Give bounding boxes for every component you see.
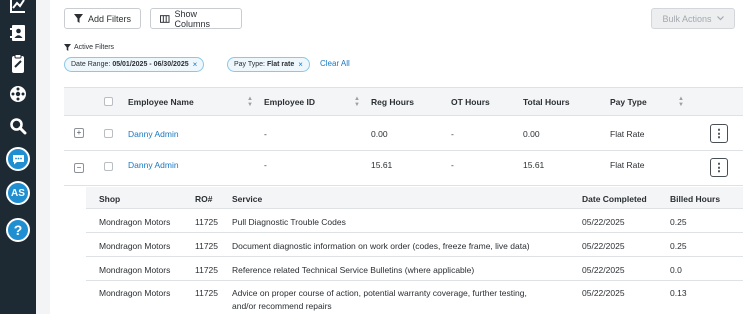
filter-icon (74, 14, 83, 23)
chart-icon[interactable] (7, 0, 29, 16)
ot-hours: - (451, 160, 454, 170)
subtable-row: Mondragon Motors 11725 Reference related… (86, 257, 743, 281)
col-ot-hours[interactable]: OT Hours (451, 97, 490, 107)
chevron-down-icon (716, 16, 724, 21)
subtable-header: Shop RO# Service Date Completed Billed H… (86, 187, 743, 209)
show-columns-button[interactable]: Show Columns (150, 8, 242, 29)
total-hours: 15.61 (523, 160, 545, 170)
ro-link[interactable]: 11725 (195, 217, 218, 227)
shop: Mondragon Motors (99, 288, 171, 298)
table-row: + Danny Admin - 0.00 - 0.00 Flat Rate ⋮ (64, 116, 743, 151)
shop: Mondragon Motors (99, 241, 171, 251)
row-checkbox[interactable] (104, 129, 113, 138)
active-filters-label: Active Filters (64, 44, 114, 51)
table-header: Employee Name ▲ ▼ Employee ID ▲ ▼ Reg Hour… (64, 87, 743, 116)
employee-id: - (264, 160, 267, 170)
clear-all-link[interactable]: Clear All (320, 59, 350, 68)
add-filters-button[interactable]: Add Filters (64, 8, 141, 29)
row-menu-kebab-icon[interactable]: ⋮ (710, 124, 728, 143)
remove-filter-icon[interactable]: × (193, 60, 198, 69)
ro-link[interactable]: 11725 (195, 265, 218, 275)
service: Reference related Technical Service Bull… (232, 265, 475, 275)
employee-name-link[interactable]: Danny Admin (128, 129, 179, 139)
services-subtable: Shop RO# Service Date Completed Billed H… (86, 187, 743, 314)
col-pay-type[interactable]: Pay Type (610, 97, 647, 107)
service: Document diagnostic information on work … (232, 241, 530, 251)
col-reg-hours[interactable]: Reg Hours (371, 97, 414, 107)
col-total-hours[interactable]: Total Hours (523, 97, 570, 107)
billed-hours: 0.0 (670, 265, 682, 275)
date-completed: 05/22/2025 (582, 241, 625, 251)
col-date-completed: Date Completed (582, 194, 647, 204)
pay-type: Flat Rate (610, 160, 645, 170)
sidebar: AS ? (0, 0, 36, 314)
filter-icon (64, 44, 71, 51)
subtable-row: Mondragon Motors 11725 Document diagnost… (86, 233, 743, 257)
reg-hours: 15.61 (371, 160, 393, 170)
collapse-row-icon[interactable]: − (74, 163, 84, 173)
filter-chip-date-range[interactable]: Date Range: 05/01/2025 - 06/30/2025 × (64, 57, 205, 72)
reg-hours: 0.00 (371, 129, 388, 139)
shop: Mondragon Motors (99, 265, 171, 275)
sort-icon[interactable]: ▲ ▼ (247, 96, 253, 108)
expand-row-icon[interactable]: + (74, 128, 84, 138)
avatar[interactable]: AS (6, 181, 30, 205)
settings-icon[interactable] (7, 83, 29, 105)
remove-filter-icon[interactable]: × (298, 60, 303, 69)
filter-chip-pay-type[interactable]: Pay Type: Flat rate × (227, 57, 310, 72)
pay-type: Flat Rate (610, 129, 645, 139)
col-shop: Shop (99, 194, 121, 204)
contacts-icon[interactable] (7, 22, 29, 44)
billed-hours: 0.25 (670, 217, 687, 227)
row-menu-kebab-icon[interactable]: ⋮ (710, 158, 728, 177)
columns-icon (160, 14, 170, 23)
show-columns-label: Show Columns (174, 8, 211, 29)
col-employee-id[interactable]: Employee ID (264, 97, 315, 107)
ro-link[interactable]: 11725 (195, 241, 218, 251)
shop: Mondragon Motors (99, 217, 171, 227)
billed-hours: 0.25 (670, 241, 687, 251)
sort-icon[interactable]: ▲ ▼ (678, 96, 684, 108)
date-completed: 05/22/2025 (582, 217, 625, 227)
subtable-row: Mondragon Motors 11725 Pull Diagnostic T… (86, 209, 743, 233)
service-continued: and/or recommend repairs (232, 301, 332, 311)
table-row: − Danny Admin - 15.61 - 15.61 Flat Rate … (64, 151, 743, 186)
col-service: Service (232, 194, 263, 204)
add-filters-label: Add Filters (88, 13, 132, 24)
help-icon[interactable]: ? (6, 218, 30, 242)
subtable-row: Mondragon Motors 11725 Advice on proper … (86, 281, 743, 314)
clipboard-icon[interactable] (7, 53, 29, 75)
employee-id: - (264, 129, 267, 139)
main-panel: Add Filters Show Columns Bulk Actions Ac… (50, 0, 743, 314)
chat-icon[interactable] (6, 147, 30, 171)
select-all-checkbox[interactable] (104, 97, 113, 106)
total-hours: 0.00 (523, 129, 540, 139)
employee-name-link[interactable]: Danny Admin (128, 160, 179, 170)
avatar-initials: AS (11, 187, 25, 199)
date-completed: 05/22/2025 (582, 265, 625, 275)
bulk-actions-label: Bulk Actions (662, 13, 712, 24)
service: Pull Diagnostic Trouble Codes (232, 217, 346, 227)
search-icon[interactable] (7, 115, 29, 137)
sort-icon[interactable]: ▲ ▼ (354, 96, 360, 108)
service: Advice on proper course of action, poten… (232, 288, 527, 298)
ro-link[interactable]: 11725 (195, 288, 218, 298)
billed-hours: 0.13 (670, 288, 687, 298)
col-billed-hours: Billed Hours (670, 194, 721, 204)
bulk-actions-button[interactable]: Bulk Actions (651, 8, 735, 29)
col-employee-name[interactable]: Employee Name (128, 97, 194, 107)
row-checkbox[interactable] (104, 162, 113, 171)
ot-hours: - (451, 129, 454, 139)
date-completed: 05/22/2025 (582, 288, 625, 298)
col-ro: RO# (195, 194, 213, 204)
